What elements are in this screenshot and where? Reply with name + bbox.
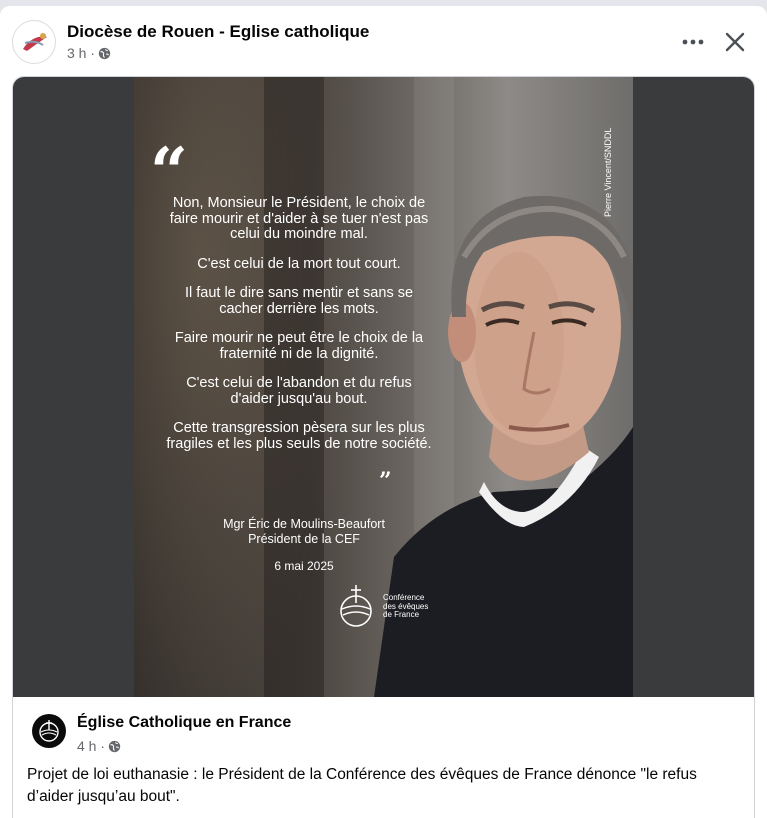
quote-date: 6 mai 2025 — [274, 559, 334, 573]
source-time[interactable]: 4 h · — [77, 738, 105, 754]
photo-credit: Pierre Vincent/SNDDL — [603, 127, 613, 217]
quote-paragraph: Il faut le dire sans mentir et sans se c… — [184, 285, 414, 317]
source-page-name[interactable]: Église Catholique en France — [77, 714, 291, 732]
post-image-container[interactable]: Pierre Vincent/SNDDL “ Non, Monsieur le … — [13, 77, 754, 697]
cef-logo-text: Conférence des évêques de France — [383, 593, 429, 619]
page-name[interactable]: Diocèse de Rouen - Eglise catholique — [67, 22, 369, 42]
quote-text: Non, Monsieur le Président, le choix de … — [164, 195, 434, 466]
author-title: Président de la CEF — [248, 532, 360, 546]
post-card: Diocèse de Rouen - Eglise catholique 3 h… — [0, 6, 767, 818]
globe-icon — [108, 740, 121, 752]
cef-logo-icon — [340, 585, 372, 627]
author-name: Mgr Éric de Moulins-Beaufort — [223, 517, 385, 531]
post-image[interactable]: Pierre Vincent/SNDDL “ Non, Monsieur le … — [134, 77, 633, 697]
quote-author: Mgr Éric de Moulins-Beaufort Président d… — [194, 517, 414, 547]
shared-post[interactable]: Pierre Vincent/SNDDL “ Non, Monsieur le … — [12, 76, 755, 818]
page-avatar[interactable] — [12, 20, 56, 64]
quote-paragraph: C'est celui de la mort tout court. — [197, 255, 401, 272]
quote-paragraph: Faire mourir ne peut être le choix de la… — [174, 330, 424, 362]
globe-icon — [98, 47, 111, 59]
quote-paragraph: Cette transgression pèsera sur les plus … — [166, 420, 432, 452]
close-quote-icon: ” — [379, 468, 392, 494]
close-icon[interactable] — [722, 29, 748, 55]
post-caption: Projet de loi euthanasie : le Président … — [27, 766, 697, 805]
more-options-icon[interactable] — [678, 32, 708, 52]
cef-avatar-icon — [33, 715, 65, 747]
quote-paragraph: Non, Monsieur le Président, le choix de … — [169, 195, 429, 242]
source-page-avatar[interactable] — [32, 714, 66, 748]
post-header: Diocèse de Rouen - Eglise catholique 3 h… — [0, 6, 767, 76]
post-meta: 3 h · — [67, 45, 111, 61]
post-time[interactable]: 3 h · — [67, 45, 95, 61]
quote-paragraph: C'est celui de l'abandon et du refus d'a… — [186, 375, 412, 407]
shared-post-footer: Église Catholique en France 4 h · Projet… — [13, 697, 754, 818]
source-meta: 4 h · — [77, 738, 121, 754]
